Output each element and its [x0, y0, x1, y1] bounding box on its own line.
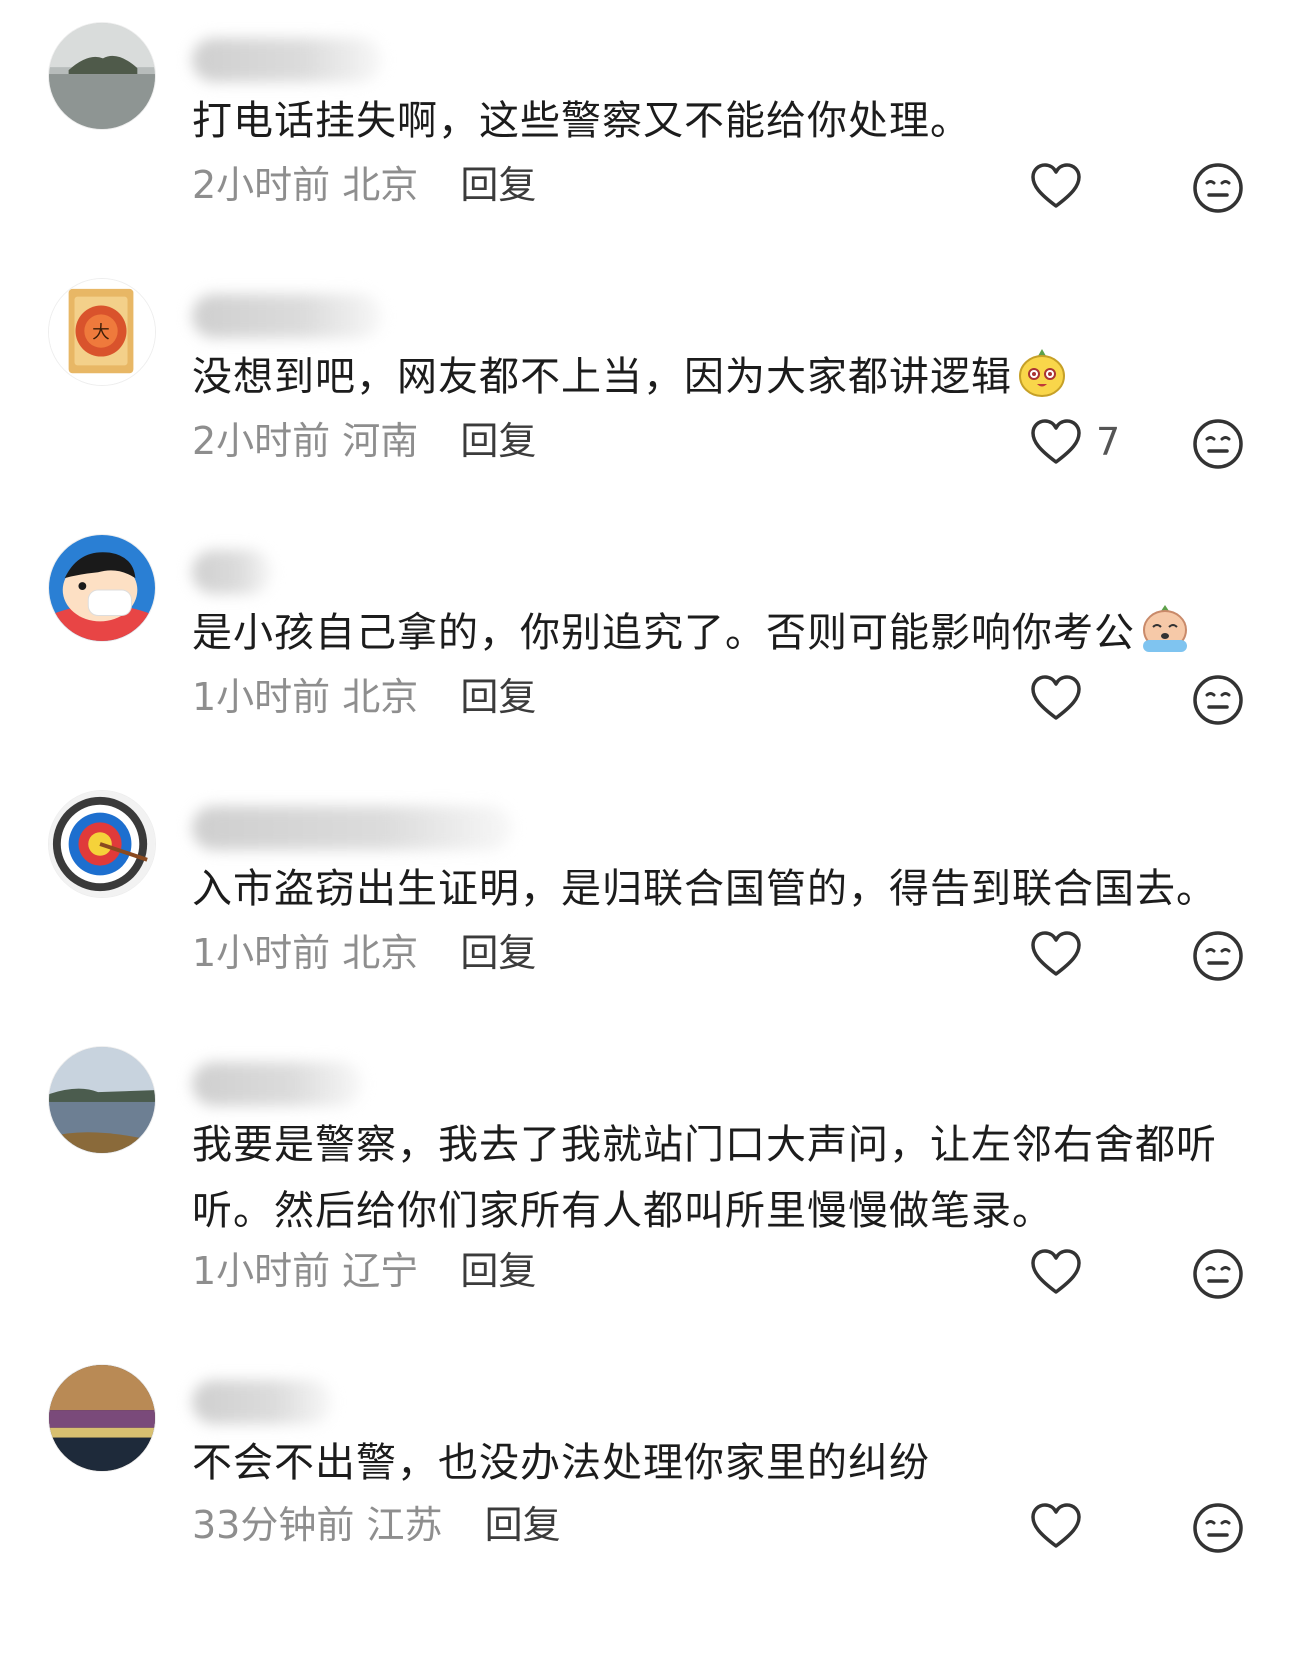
comment-meta: 1小时前 北京 回复 [192, 672, 536, 722]
username-blurred[interactable] [192, 806, 512, 850]
like-count: 7 [1096, 420, 1121, 464]
neutral-face-icon [1193, 931, 1243, 981]
neutral-face-icon [1193, 163, 1243, 213]
like-button[interactable]: 7 [1030, 414, 1120, 470]
dislike-button[interactable] [1192, 674, 1244, 726]
comment-time: 1小时前 [192, 675, 331, 719]
heart-outline-icon [1031, 1249, 1081, 1294]
comment-time: 1小时前 [192, 1249, 331, 1293]
dislike-button[interactable] [1192, 1248, 1244, 1300]
comment-location: 辽宁 [342, 1249, 419, 1293]
island-avatar-icon[interactable] [48, 22, 156, 130]
svg-text:大: 大 [92, 322, 110, 343]
username-blurred[interactable] [192, 294, 382, 338]
comment-time: 2小时前 [192, 163, 331, 207]
dislike-button[interactable] [1192, 162, 1244, 214]
comment-meta: 2小时前 北京 回复 [192, 160, 536, 210]
neutral-face-icon [1193, 419, 1243, 469]
comment-location: 河南 [342, 419, 419, 463]
mooncake-avatar-icon[interactable]: 大 [48, 278, 156, 386]
like-button[interactable] [1030, 926, 1082, 982]
heart-outline-icon [1031, 1503, 1081, 1548]
reply-button[interactable]: 回复 [460, 1249, 536, 1293]
heart-outline-icon [1031, 675, 1081, 720]
comment-time: 33分钟前 [192, 1503, 355, 1547]
neutral-face-icon [1193, 675, 1243, 725]
username-blurred[interactable] [192, 550, 272, 594]
like-button[interactable] [1030, 1244, 1082, 1300]
username-blurred[interactable] [192, 38, 382, 82]
dislike-button[interactable] [1192, 930, 1244, 982]
like-button[interactable] [1030, 158, 1082, 214]
comment-text: 打电话挂失啊，这些警察又不能给你处理。 [192, 98, 971, 144]
like-button[interactable] [1030, 1498, 1082, 1554]
reply-button[interactable]: 回复 [460, 931, 536, 975]
archery-target-avatar-icon[interactable] [48, 790, 156, 898]
comment-time: 2小时前 [192, 419, 331, 463]
comment-meta: 1小时前 北京 回复 [192, 928, 536, 978]
reply-button[interactable]: 回复 [460, 675, 536, 719]
lake-avatar-icon[interactable] [48, 1046, 156, 1154]
comment-location: 北京 [342, 931, 419, 975]
neutral-face-icon [1193, 1503, 1243, 1553]
comment-text: 我要是警察，我去了我就站门口大声问，让左邻右舍都听听。然后给你们家所有人都叫所里… [192, 1122, 1217, 1234]
comment-meta: 2小时前 河南 回复 [192, 416, 536, 466]
heart-outline-icon [1031, 163, 1081, 208]
crying-face-emoji [1143, 605, 1187, 652]
comment-location: 北京 [342, 163, 419, 207]
dislike-button[interactable] [1192, 418, 1244, 470]
comment-text: 不会不出警，也没办法处理你家里的纠纷 [192, 1440, 930, 1486]
heart-outline-icon [1031, 931, 1081, 976]
comment-text: 入市盗窃出生证明，是归联合国管的，得告到联合国去。 [192, 866, 1217, 912]
comment-time: 1小时前 [192, 931, 331, 975]
comment-text: 没想到吧，网友都不上当，因为大家都讲逻辑 [192, 344, 1242, 410]
comment-meta: 33分钟前 江苏 回复 [192, 1500, 561, 1550]
comment-location: 北京 [342, 675, 419, 719]
night-city-avatar-icon[interactable] [48, 1364, 156, 1472]
like-button[interactable] [1030, 670, 1082, 726]
reply-button[interactable]: 回复 [485, 1503, 561, 1547]
neutral-face-icon [1193, 1249, 1243, 1299]
heart-outline-icon [1031, 419, 1081, 464]
reply-button[interactable]: 回复 [460, 419, 536, 463]
username-blurred[interactable] [192, 1062, 362, 1106]
comment-text: 是小孩自己拿的，你别追究了。否则可能影响你考公 [192, 600, 1242, 666]
reply-button[interactable]: 回复 [460, 163, 536, 207]
cartoon-boy-avatar-icon[interactable] [48, 534, 156, 642]
comment-meta: 1小时前 辽宁 回复 [192, 1246, 536, 1296]
username-blurred[interactable] [192, 1380, 332, 1424]
dislike-button[interactable] [1192, 1502, 1244, 1554]
comment-location: 江苏 [366, 1503, 443, 1547]
smug-face-emoji [1019, 349, 1065, 397]
